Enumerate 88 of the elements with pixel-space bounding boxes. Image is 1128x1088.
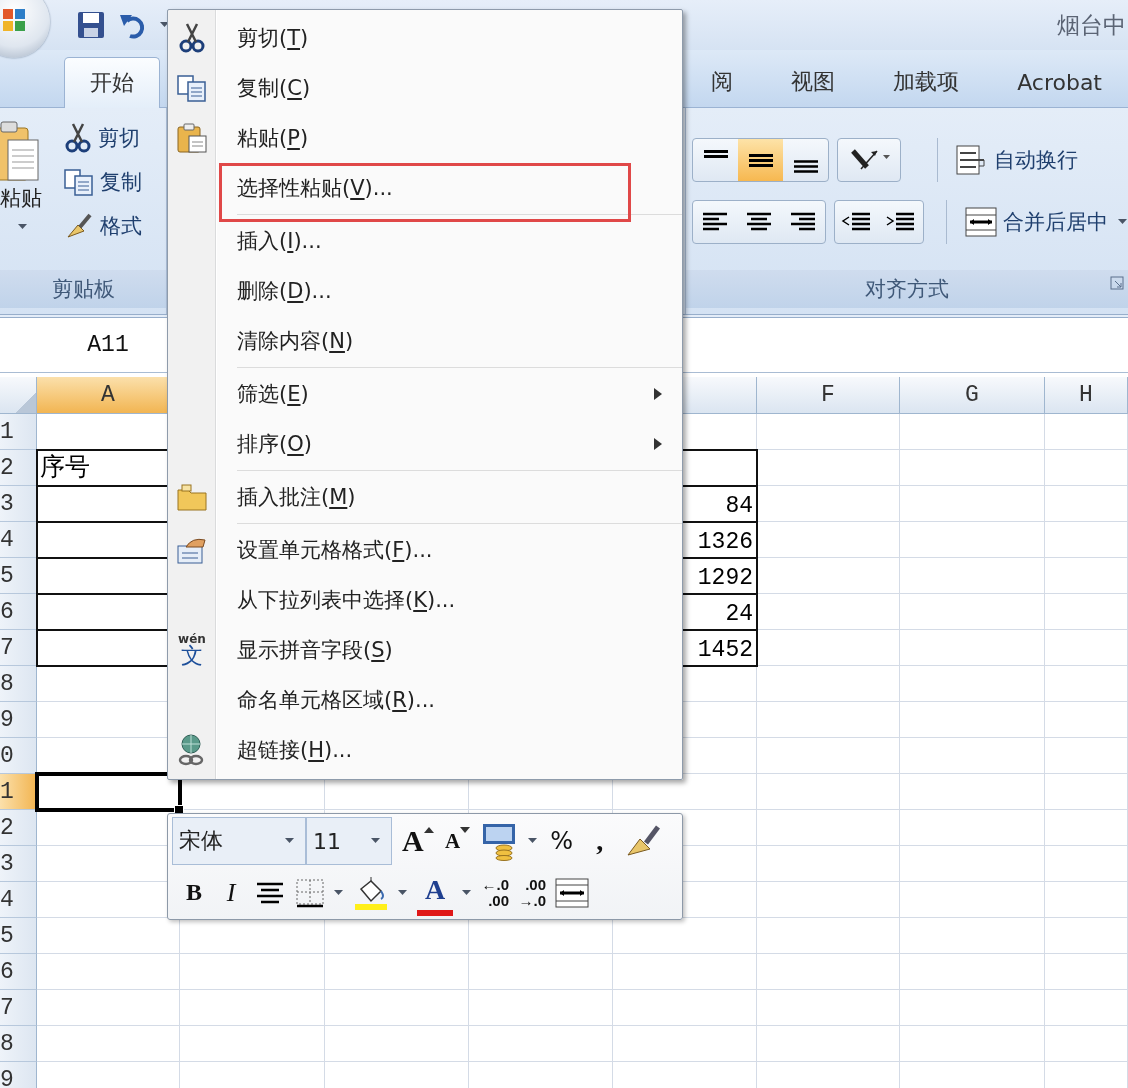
dropdown-arrow[interactable]: [527, 838, 538, 844]
ribbon-tab[interactable]: 加载项: [893, 57, 960, 107]
caret-icon: [285, 838, 295, 844]
menu-item[interactable]: 复制(C): [168, 63, 682, 113]
lines-icon: [748, 153, 773, 167]
scissors-icon: [64, 122, 92, 154]
group-label: 对齐方式: [865, 276, 949, 303]
decrease-decimal-button[interactable]: .00 →.0: [518, 872, 546, 913]
orientation-button[interactable]: [837, 138, 901, 182]
percent-style-button[interactable]: %: [547, 821, 576, 861]
merge-center-button[interactable]: [555, 877, 589, 908]
row-header[interactable]: 8: [0, 1026, 37, 1062]
folder-icon: [176, 482, 208, 512]
increase-decimal-button[interactable]: ←.0 .00: [481, 872, 509, 913]
save-icon[interactable]: [76, 10, 106, 40]
merge-cells-icon: [965, 206, 997, 238]
row-header[interactable]: 3: [0, 486, 37, 522]
italic-button[interactable]: I: [217, 872, 245, 913]
lines-icon: [793, 159, 818, 173]
row-header[interactable]: 7: [0, 630, 37, 666]
row-header[interactable]: 4: [0, 882, 37, 918]
menu-item[interactable]: 剪切(T): [168, 13, 682, 63]
row-header[interactable]: 5: [0, 918, 37, 954]
accounting-format-button[interactable]: [481, 821, 518, 861]
dropdown-arrow[interactable]: [334, 889, 344, 896]
row-header[interactable]: 0: [0, 738, 37, 774]
scissors-icon: [178, 22, 206, 54]
clipboard-icon: [176, 122, 208, 154]
dropdown-arrow[interactable]: [398, 889, 408, 896]
menu-item[interactable]: 粘贴(P): [168, 113, 682, 163]
merge-center-button[interactable]: 合并后居中: [965, 206, 1128, 238]
row-header[interactable]: 8: [0, 666, 37, 702]
ribbon-tab[interactable]: 视图: [791, 57, 836, 107]
caret-icon: [371, 838, 381, 844]
caret-down-icon: [460, 827, 471, 835]
ribbon-tab[interactable]: 阅: [711, 57, 734, 107]
format-painter-button[interactable]: 格式: [64, 208, 142, 244]
row-header[interactable]: 6: [0, 594, 37, 630]
copy-button[interactable]: 复制: [64, 164, 142, 200]
row-header[interactable]: 9: [0, 702, 37, 738]
row-header[interactable]: 6: [0, 954, 37, 990]
group-label: 剪贴板: [51, 276, 115, 303]
ribbon-tab[interactable]: 开始: [64, 57, 160, 108]
row-header[interactable]: 5: [0, 558, 37, 594]
row-header[interactable]: 1: [0, 774, 37, 810]
column-header[interactable]: G: [900, 377, 1045, 414]
font-color-button[interactable]: A: [417, 869, 453, 916]
documents-icon: [64, 168, 94, 196]
column-header[interactable]: H: [1045, 377, 1128, 414]
cut-button[interactable]: 剪切: [64, 120, 142, 156]
font-size-dropdown[interactable]: 11: [306, 817, 392, 865]
row-header[interactable]: 3: [0, 846, 37, 882]
lines-icon: [703, 150, 728, 158]
menu-item[interactable]: 删除(D)...: [168, 266, 682, 316]
shrink-font-button[interactable]: A: [443, 821, 472, 861]
documents-icon: [177, 74, 207, 102]
comma-style-button[interactable]: ,: [585, 821, 614, 861]
caret-icon: [1118, 219, 1128, 225]
caret-up-icon: [423, 827, 434, 835]
wrap-text-button[interactable]: 自动换行: [956, 144, 1078, 176]
align-middle-button[interactable]: [738, 139, 783, 181]
menu-item[interactable]: 命名单元格区域(R)...: [168, 675, 682, 725]
dialog-launcher-icon[interactable]: [1110, 276, 1124, 290]
wrap-lines-icon: [956, 144, 988, 176]
row-header[interactable]: 1: [0, 414, 37, 450]
dropdown-arrow[interactable]: [462, 889, 472, 896]
font-dropdown[interactable]: 宋体: [172, 817, 306, 865]
row-header[interactable]: 2: [0, 450, 37, 486]
fill-color-button[interactable]: [353, 874, 389, 911]
row-header[interactable]: 2: [0, 810, 37, 846]
menu-item[interactable]: 超链接(H)...: [168, 725, 682, 775]
active-cell[interactable]: [37, 774, 180, 810]
menu-item[interactable]: 清除内容(N): [168, 316, 682, 366]
caret-icon: [18, 224, 28, 230]
ribbon-tab[interactable]: Acrobat: [1017, 57, 1102, 107]
row-header[interactable]: 7: [0, 990, 37, 1026]
grow-font-button[interactable]: A: [402, 821, 434, 861]
paste-button[interactable]: 粘贴: [0, 108, 54, 270]
borders-button[interactable]: [295, 876, 325, 909]
row-header[interactable]: 4: [0, 522, 37, 558]
clipboard-icon: [0, 120, 40, 184]
row-header[interactable]: 9: [0, 1062, 37, 1088]
brush-icon: [64, 211, 94, 241]
bold-button[interactable]: B: [180, 872, 208, 913]
dropdown-caret-icon[interactable]: [160, 22, 170, 28]
window-title: 烟台中: [1057, 10, 1126, 40]
pinyin-icon: wén 文: [178, 633, 206, 667]
column-header[interactable]: F: [757, 377, 900, 414]
